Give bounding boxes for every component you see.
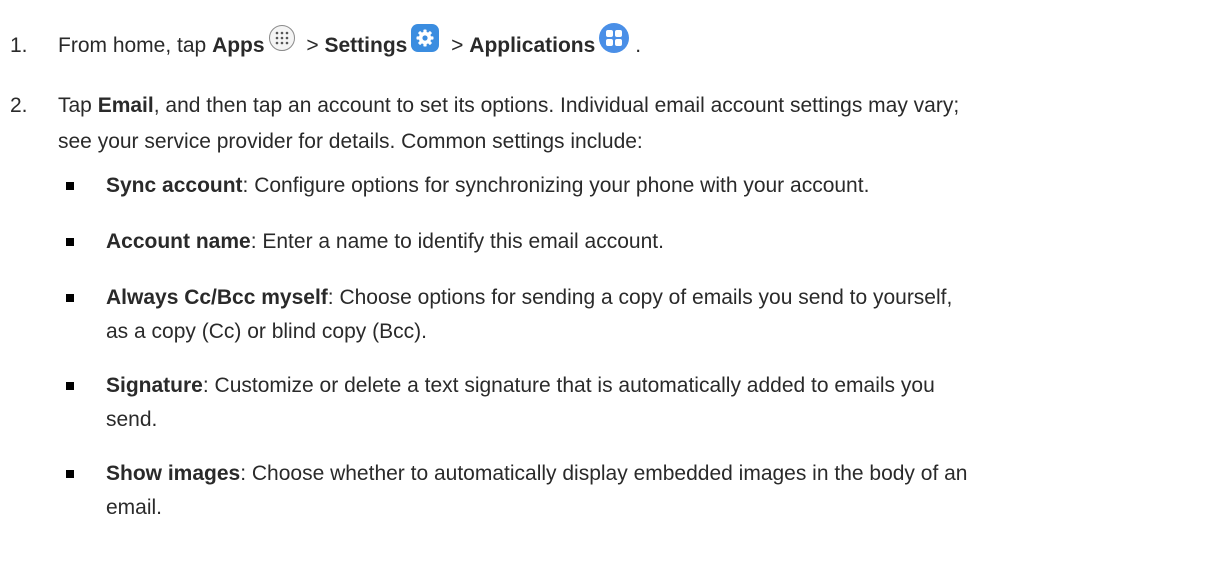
step-text-line-1: Tap Email, and then tap an account to se… — [58, 94, 960, 117]
gear-icon — [411, 24, 440, 53]
bullet-square-icon — [66, 238, 74, 246]
list-item-text: Show images: Choose whether to automatic… — [106, 462, 968, 485]
bullet-square-icon — [66, 382, 74, 390]
bullet-square-icon — [66, 470, 74, 478]
list-item-text-continued: as a copy (Cc) or blind copy (Bcc). — [106, 320, 427, 343]
step-text: From home, tap Apps > Settings > Applica… — [58, 23, 1178, 64]
settings-label: Settings — [324, 34, 408, 57]
list-item-text: Account name: Enter a name to identify t… — [106, 230, 664, 253]
apps-label: Apps — [212, 34, 265, 57]
email-label: Email — [97, 94, 154, 117]
list-item-text-continued: email. — [106, 496, 163, 519]
applications-label: Applications — [469, 34, 596, 57]
list-item-text: Signature: Customize or delete a text si… — [106, 374, 935, 397]
step-number: 1. — [10, 34, 28, 57]
step-text-line-2: see your service provider for details. C… — [58, 130, 643, 153]
step-number: 2. — [10, 94, 28, 117]
bullet-square-icon — [66, 182, 74, 190]
list-item-text-continued: send. — [106, 408, 158, 431]
list-item-text: Always Cc/Bcc myself: Choose options for… — [106, 286, 953, 309]
list-item-text: Sync account: Configure options for sync… — [106, 174, 870, 197]
apps-grid-icon — [268, 25, 295, 52]
applications-icon — [599, 23, 630, 54]
bullet-square-icon — [66, 294, 74, 302]
